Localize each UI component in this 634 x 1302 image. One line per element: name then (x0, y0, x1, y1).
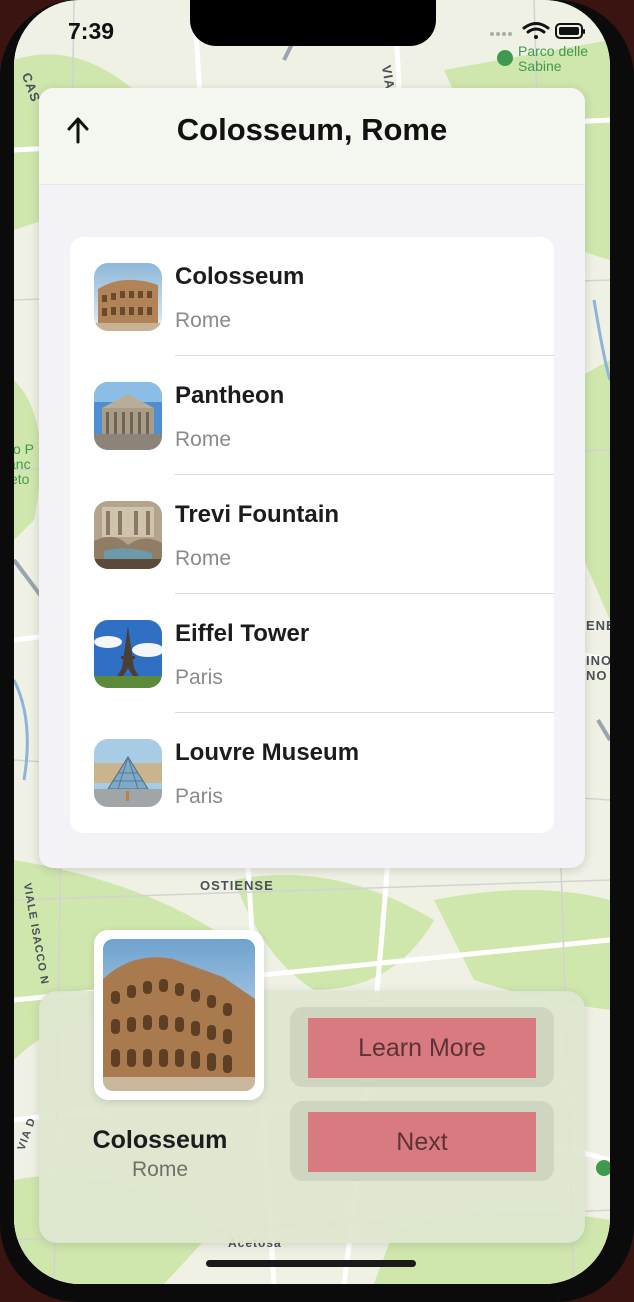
item-name: Colosseum (175, 263, 305, 290)
learn-more-button[interactable]: Learn More (308, 1018, 536, 1078)
wifi-icon (522, 22, 550, 39)
list-item-pantheon[interactable]: Pantheon Rome (70, 356, 554, 475)
eiffel-tower-thumbnail (94, 620, 162, 688)
map-park-label: eto (14, 471, 30, 487)
status-icons (490, 22, 585, 39)
item-city: Rome (175, 428, 232, 451)
landmark-list: Colosseum Rome Pantheon Rome Trevi Fount… (70, 237, 554, 833)
list-item-colosseum[interactable]: Colosseum Rome (70, 237, 554, 356)
notch (190, 0, 436, 46)
map-district-label: INO (586, 653, 610, 668)
item-city: Rome (175, 309, 232, 332)
next-button[interactable]: Next (308, 1112, 536, 1172)
card-title: Colosseum (92, 1126, 228, 1154)
item-city: Rome (175, 547, 232, 570)
item-city: Paris (175, 666, 223, 689)
park-label-line1: Parco delle (518, 43, 589, 59)
map-park-label: Parco delle Sabine (518, 44, 588, 74)
list-item-louvre-museum[interactable]: Louvre Museum Paris (70, 713, 554, 832)
map-district-label: OSTIENSE (200, 878, 274, 893)
trevi-fountain-thumbnail (94, 501, 162, 569)
item-name: Louvre Museum (175, 739, 360, 766)
item-name: Trevi Fountain (175, 501, 340, 528)
status-time: 7:39 (68, 18, 115, 44)
map-park-label: co P (14, 441, 35, 457)
signal-icon (490, 32, 512, 36)
map-park-pin-icon[interactable] (596, 1160, 610, 1176)
item-name: Pantheon (175, 382, 285, 409)
louvre-museum-thumbnail (94, 739, 162, 807)
battery-icon (555, 23, 585, 39)
map-park-label: anc (14, 456, 31, 472)
next-button-container: Next (290, 1101, 554, 1181)
card-subtitle: Rome (131, 1158, 189, 1181)
screen: CAS VIA co P anc eto ENE INO NO OSTIENSE… (14, 0, 610, 1284)
list-item-trevi-fountain[interactable]: Trevi Fountain Rome (70, 475, 554, 594)
item-name: Eiffel Tower (175, 620, 310, 647)
learn-more-button-container: Learn More (290, 1007, 554, 1087)
map-district-label: ENE (586, 618, 610, 633)
card-photo-frame (94, 930, 264, 1100)
park-pin-icon[interactable] (497, 50, 513, 66)
item-city: Paris (175, 785, 223, 808)
map-district-label: NO (586, 668, 608, 683)
park-label-line2: Sabine (518, 58, 562, 74)
pantheon-thumbnail (94, 382, 162, 450)
panel-header: Colosseum, Rome (39, 88, 585, 185)
home-indicator[interactable] (206, 1260, 416, 1267)
list-item-eiffel-tower[interactable]: Eiffel Tower Paris (70, 594, 554, 713)
landmark-panel: Colosseum, Rome Colosseum Rome Pantheon … (39, 88, 585, 868)
colosseum-photo (103, 939, 255, 1091)
panel-title: Colosseum, Rome (176, 112, 448, 147)
colosseum-thumbnail (94, 263, 162, 331)
phone-frame: CAS VIA co P anc eto ENE INO NO OSTIENSE… (0, 0, 634, 1302)
